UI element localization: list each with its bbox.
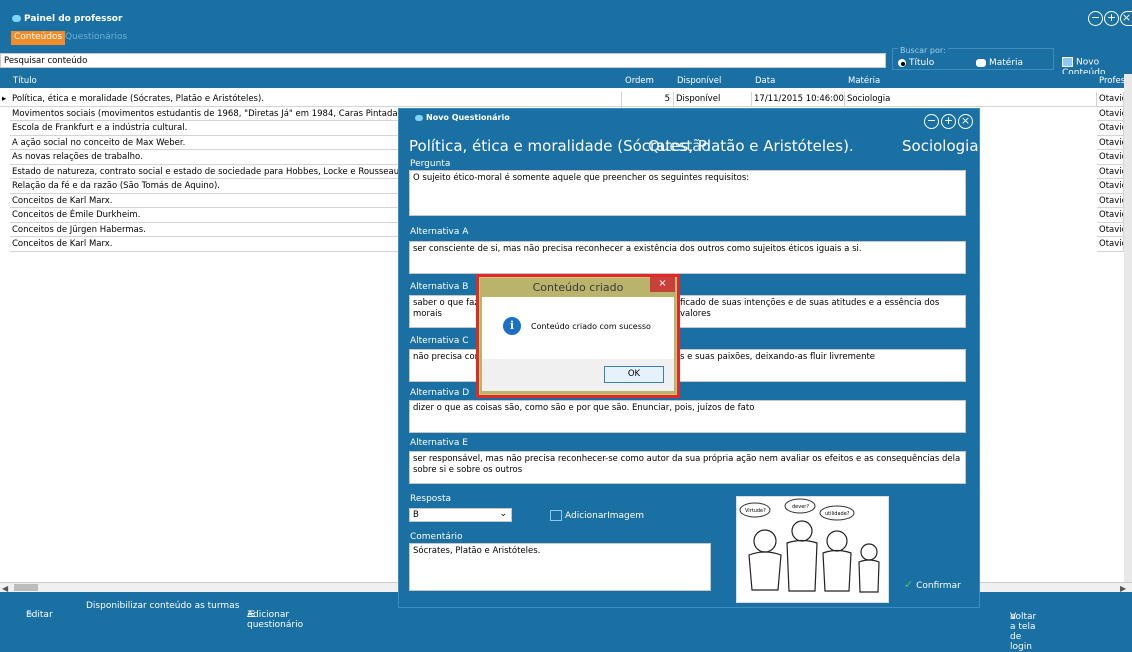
cell-titulo: Política, ética e moralidade (Sócrates, … bbox=[10, 92, 622, 107]
cell-professor: Otavio bbox=[1097, 135, 1124, 150]
dialog-minimize-button[interactable]: − bbox=[924, 114, 939, 129]
row-selector-icon: ▸ bbox=[0, 92, 10, 107]
questao-overlap-label: Questão bbox=[648, 137, 711, 155]
cell-professor: Otavio bbox=[1097, 208, 1124, 223]
questionario-heading: Política, ética e moralidade (Sócrates, … bbox=[409, 137, 854, 155]
column-professor[interactable]: Profes bbox=[1099, 76, 1125, 86]
materia-label: Sociologia bbox=[902, 137, 979, 155]
chevron-down-icon: ⌄ bbox=[499, 509, 507, 519]
alternativa-a-label: Alternativa A bbox=[410, 227, 469, 237]
message-text: Conteúdo criado com sucesso bbox=[531, 322, 651, 331]
alternativa-b-label: Alternativa B bbox=[410, 282, 469, 292]
column-materia[interactable]: Matéria bbox=[848, 76, 880, 86]
close-button[interactable]: × bbox=[1120, 11, 1132, 26]
cell-professor: Otavio bbox=[1097, 106, 1124, 121]
scroll-thumb[interactable] bbox=[14, 584, 38, 591]
cell-professor: Otavio bbox=[1097, 237, 1124, 252]
bubble-utilidade: utilidade? bbox=[825, 511, 850, 517]
pergunta-label: Pergunta bbox=[410, 159, 451, 169]
resposta-select[interactable]: B ⌄ bbox=[409, 508, 512, 522]
comentario-field[interactable]: Sócrates, Platão e Aristóteles. bbox=[409, 543, 711, 591]
cell-ordem: 5 bbox=[622, 92, 674, 107]
grid-header: Título Ordem Disponível Data Matéria Pro… bbox=[0, 74, 1132, 88]
info-icon: i bbox=[503, 317, 521, 335]
chat-logo-icon bbox=[12, 15, 21, 22]
message-box-title: Conteúdo criado bbox=[532, 281, 624, 294]
cell-professor: Otavio bbox=[1097, 222, 1124, 237]
alternativa-a-field[interactable]: ser consciente de si, mas não precisa re… bbox=[409, 241, 966, 274]
adicionar-imagem-button[interactable]: AdicionarImagem bbox=[550, 510, 644, 521]
alternativa-c-label: Alternativa C bbox=[410, 336, 469, 346]
cell-professor: Otavio bbox=[1097, 164, 1124, 179]
disponibilizar-button[interactable]: Disponibilizar conteúdo as turmas bbox=[86, 601, 239, 611]
pergunta-field[interactable]: O sujeito ético-moral é somente aquele q… bbox=[409, 170, 966, 216]
dialog-close-button[interactable]: × bbox=[958, 114, 973, 129]
cell-professor: Otavio bbox=[1097, 179, 1124, 194]
app-title: Painel do professor bbox=[12, 14, 122, 24]
cell-professor: Otavio bbox=[1097, 150, 1124, 165]
alternativa-e-label: Alternativa E bbox=[410, 438, 468, 448]
cell-data: 17/11/2015 10:46:00 bbox=[752, 92, 845, 107]
alternativa-e-field[interactable]: ser responsável, mas não precisa reconhe… bbox=[409, 451, 966, 484]
comentario-label: Comentário bbox=[410, 532, 463, 542]
message-box-close-button[interactable]: × bbox=[650, 277, 675, 292]
column-disponivel[interactable]: Disponível bbox=[677, 76, 721, 86]
new-document-icon bbox=[1062, 57, 1073, 67]
image-icon bbox=[550, 510, 562, 521]
radio-titulo-label: Título bbox=[909, 58, 935, 68]
column-ordem[interactable]: Ordem bbox=[625, 76, 654, 86]
buscar-por-legend: Buscar por: bbox=[898, 46, 948, 55]
radio-titulo[interactable] bbox=[898, 59, 906, 67]
ok-button[interactable]: OK bbox=[604, 366, 664, 383]
check-icon: ✓ bbox=[904, 578, 914, 591]
confirmar-button[interactable]: ✓ Confirmar bbox=[904, 578, 961, 591]
cell-materia: Sociologia bbox=[845, 92, 1097, 107]
column-data[interactable]: Data bbox=[755, 76, 775, 86]
table-row[interactable]: ▸ Política, ética e moralidade (Sócrates… bbox=[0, 92, 1132, 107]
minimize-button[interactable]: − bbox=[1088, 11, 1103, 26]
dialog-maximize-button[interactable]: + bbox=[941, 114, 956, 129]
tab-conteudos[interactable]: Conteúdos bbox=[11, 31, 66, 45]
radio-materia[interactable] bbox=[976, 59, 986, 67]
cell-professor: Otavio bbox=[1097, 92, 1124, 107]
bubble-dever: dever? bbox=[792, 504, 809, 510]
tab-questionarios[interactable]: Questionários bbox=[62, 31, 130, 45]
philosophers-cartoon-image: Virtude? dever? utilidade? bbox=[736, 496, 889, 603]
column-titulo[interactable]: Título bbox=[13, 76, 37, 86]
maximize-button[interactable]: + bbox=[1104, 11, 1119, 26]
chat-logo-icon bbox=[415, 114, 423, 121]
radio-materia-label: Matéria bbox=[989, 58, 1024, 68]
vertical-scrollbar[interactable] bbox=[1124, 74, 1132, 582]
dialog-title: Novo Questionário bbox=[415, 113, 510, 122]
resposta-label: Resposta bbox=[410, 494, 452, 504]
search-input[interactable]: Pesquisar conteúdo bbox=[0, 53, 886, 68]
bubble-virtude: Virtude? bbox=[745, 508, 766, 514]
alternativa-d-label: Alternativa D bbox=[410, 388, 470, 398]
cell-professor: Otavio bbox=[1097, 193, 1124, 208]
cell-professor: Otavio bbox=[1097, 121, 1124, 136]
alternativa-d-field[interactable]: dizer o que as coisas são, como são e po… bbox=[409, 400, 966, 433]
cell-disponivel: Disponível bbox=[674, 92, 752, 107]
